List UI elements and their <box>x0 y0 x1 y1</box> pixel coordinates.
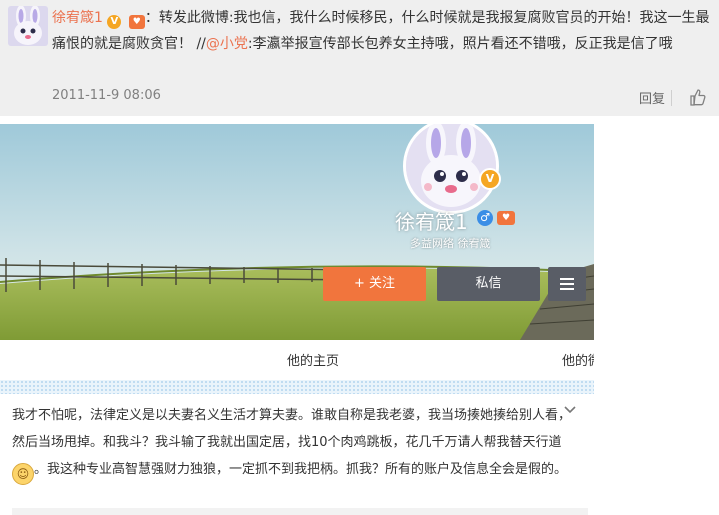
chevron-down-icon[interactable] <box>563 405 577 415</box>
profile-tabs: 他的主页 他的微 <box>0 340 594 380</box>
level-badge-icon: ♥ <box>497 211 515 225</box>
thumbs-up-icon[interactable] <box>690 88 706 106</box>
follow-button[interactable]: + 关注 <box>323 267 426 301</box>
rabbit-avatar-icon <box>406 124 496 211</box>
cover-image <box>0 124 594 340</box>
comment-text: 徐宥箴1 V ♥ ：转发此微博:我也信，我什么时候移民，什么时候就是我报复腐败官员… <box>52 5 712 57</box>
profile-card: V 徐宥箴1 ♂ ♥ 多益网络 徐宥箴 + 关注 私信 他的主页 他的微 我才不… <box>0 124 594 515</box>
mention-link[interactable]: @小党 <box>206 36 248 52</box>
reply-button[interactable]: 回复 <box>639 88 665 107</box>
landscape-cover-icon <box>0 124 594 340</box>
verified-icon: V <box>479 168 501 190</box>
more-menu-button[interactable] <box>548 267 586 301</box>
verified-icon: V <box>107 15 122 29</box>
post-text-part: 。我这种专业高智慧强财力独狼，一定抓不到我把柄。抓我？所有的账户及信息全会是假的… <box>34 462 568 477</box>
timestamp: 2011-11-9 08:06 <box>52 88 161 103</box>
comment-username[interactable]: 徐宥箴1 <box>52 10 103 26</box>
message-button[interactable]: 私信 <box>437 267 540 301</box>
post-text: 我才不怕呢，法律定义是以夫妻名义生活才算夫妻。谁敢自称是我老婆，我当场揍她揍给别… <box>12 402 572 485</box>
tab-weibo[interactable]: 他的微 <box>562 350 594 369</box>
divider <box>0 380 594 394</box>
right-sidebar <box>594 124 719 515</box>
rabbit-avatar-icon <box>8 6 48 46</box>
profile-name: 徐宥箴1 <box>395 210 468 234</box>
tab-home[interactable]: 他的主页 <box>287 350 339 369</box>
profile-description: 多益网络 徐宥箴 <box>410 237 491 250</box>
post-text-part: 我才不怕呢，法律定义是以夫妻名义生活才算夫妻。谁敢自称是我老婆，我当场揍她揍给别… <box>12 408 572 450</box>
avatar[interactable] <box>8 6 48 46</box>
divider <box>671 90 672 106</box>
comment-body-rest: :李瀛举报宣传部长包养女主持哦，照片看还不错哦，反正我是信了哦 <box>247 36 673 52</box>
comment-panel: 徐宥箴1 V ♥ ：转发此微博:我也信，我什么时候移民，什么时候就是我报复腐败官员… <box>0 0 719 116</box>
level-badge-icon: ♥ <box>128 15 145 29</box>
male-gender-icon: ♂ <box>477 210 493 226</box>
divider <box>12 508 588 515</box>
smirk-emoji-icon: ☺ <box>12 463 34 485</box>
